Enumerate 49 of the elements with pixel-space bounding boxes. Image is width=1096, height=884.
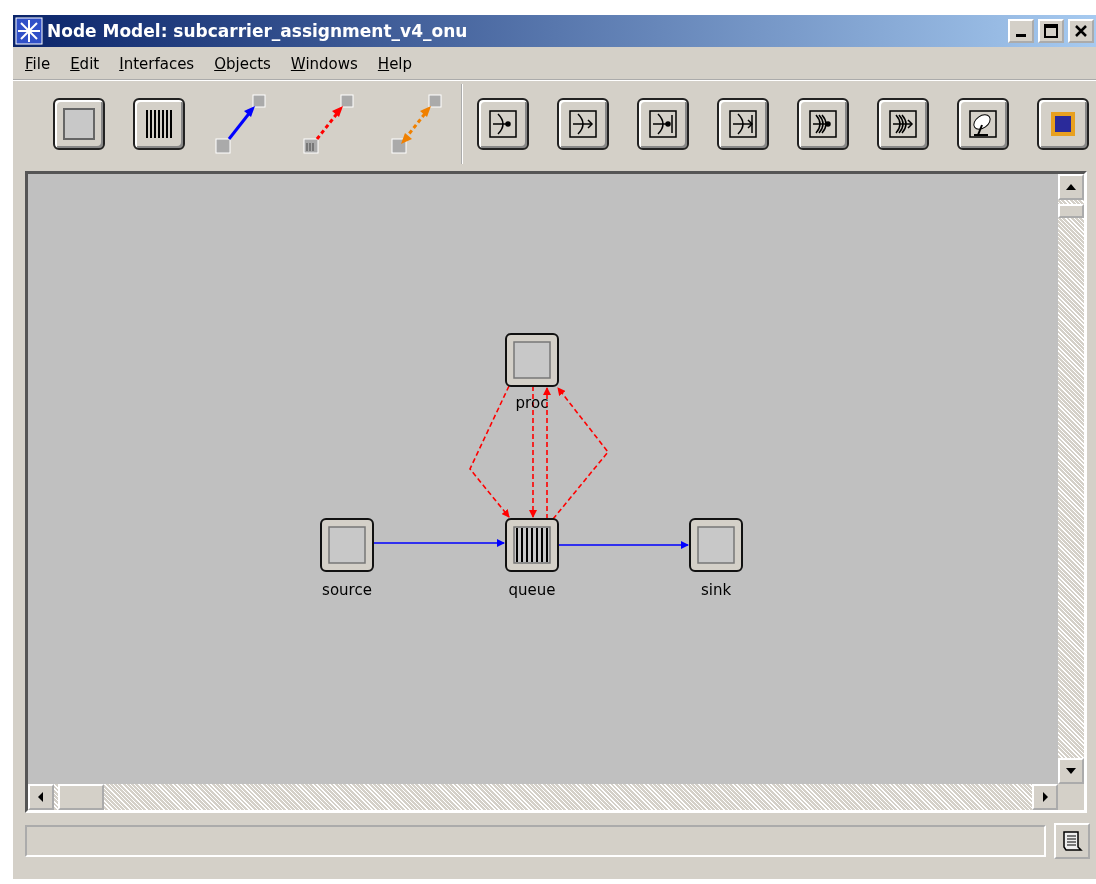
close-icon	[1074, 24, 1088, 38]
queue-tool-button[interactable]	[133, 98, 185, 150]
processor-node[interactable]	[689, 518, 743, 572]
port-icon	[648, 109, 678, 139]
close-button[interactable]	[1068, 19, 1094, 43]
port-icon	[888, 109, 918, 139]
processor-node[interactable]	[320, 518, 374, 572]
maximize-button[interactable]	[1038, 19, 1064, 43]
menu-item[interactable]: Windows	[282, 53, 366, 75]
port-icon	[808, 109, 838, 139]
window-title: Node Model: subcarrier_assignment_v4_onu	[47, 21, 469, 41]
log-button[interactable]	[1054, 823, 1090, 859]
transceiver-tool-button[interactable]	[797, 98, 849, 150]
minimize-icon	[1016, 33, 1026, 37]
transceiver-tool-button[interactable]	[637, 98, 689, 150]
transceiver-tool-button[interactable]	[717, 98, 769, 150]
port-icon	[728, 109, 758, 139]
satellite-dish-icon	[968, 109, 998, 139]
scroll-down-button[interactable]	[1058, 758, 1084, 784]
node-label: queue	[508, 581, 556, 599]
maximize-icon	[1044, 24, 1058, 38]
menu-item[interactable]: File	[17, 53, 59, 75]
transceiver-tool-button[interactable]	[557, 98, 609, 150]
transceiver-tool-button[interactable]	[877, 98, 929, 150]
square-icon	[62, 107, 96, 141]
minimize-button[interactable]	[1008, 19, 1034, 43]
scrollbar-thumb[interactable]	[58, 784, 104, 810]
processor-node[interactable]	[505, 333, 559, 387]
scroll-left-button[interactable]	[28, 784, 54, 810]
scroll-right-button[interactable]	[1032, 784, 1058, 810]
menu-item[interactable]: Edit	[62, 53, 108, 75]
document-icon	[1060, 829, 1084, 853]
chip-icon	[1048, 109, 1078, 139]
star-logo-icon	[15, 17, 43, 45]
node-label: proc	[515, 394, 549, 412]
transceiver-tool-button[interactable]	[1037, 98, 1089, 150]
scrollbar-thumb[interactable]	[1058, 204, 1084, 218]
port-icon	[568, 109, 598, 139]
transceiver-tool-button[interactable]	[957, 98, 1009, 150]
menu-item[interactable]: Objects	[206, 53, 279, 75]
queue-node[interactable]	[505, 518, 559, 572]
scroll-up-button[interactable]	[1058, 174, 1084, 200]
node-label: source	[322, 581, 372, 599]
processor-tool-button[interactable]	[53, 98, 105, 150]
port-icon	[488, 109, 518, 139]
menu-item[interactable]: Interfaces	[111, 53, 203, 75]
node-label: sink	[700, 581, 732, 599]
menu-item[interactable]: Help	[369, 53, 421, 75]
transceiver-tool-button[interactable]	[477, 98, 529, 150]
